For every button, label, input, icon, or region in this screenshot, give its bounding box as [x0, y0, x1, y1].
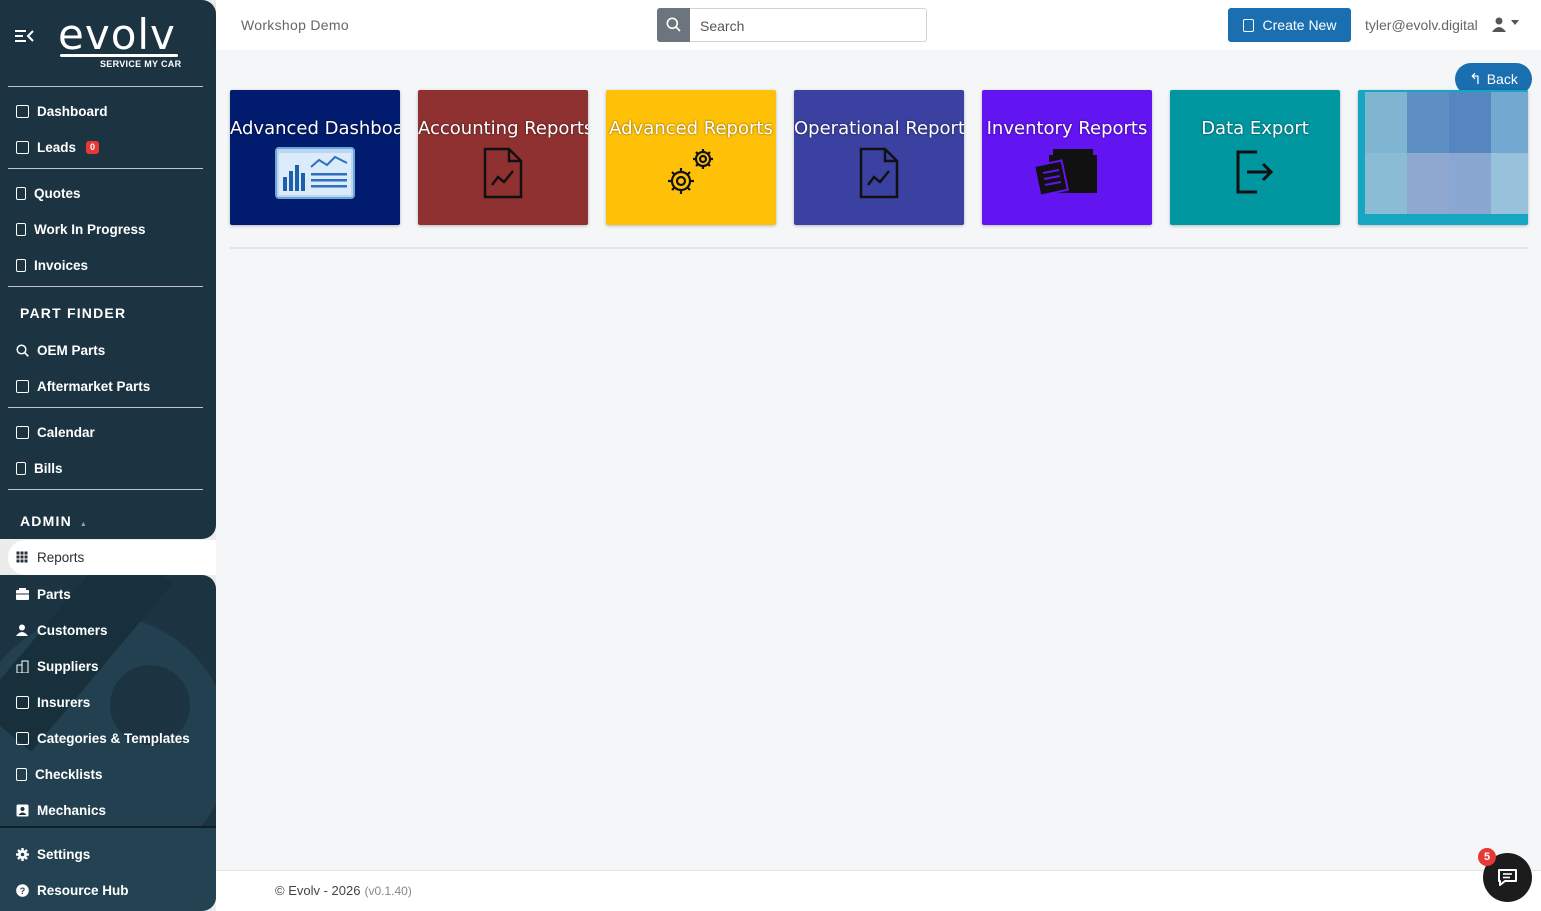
search-button[interactable]: [657, 8, 690, 42]
report-file-icon: [483, 147, 523, 199]
user-icon: [16, 624, 29, 637]
sidebar-item-mechanics[interactable]: Mechanics: [0, 794, 216, 826]
svg-text:?: ?: [20, 886, 26, 896]
sidebar-item-work-in-progress[interactable]: Work In Progress: [0, 213, 216, 245]
aftermarket-icon: [16, 379, 29, 393]
checklist-icon: [16, 767, 27, 781]
logo-tagline: SERVICE MY CAR: [100, 59, 182, 69]
sidebar-item-checklists[interactable]: Checklists: [0, 758, 216, 790]
sidebar-item-invoices[interactable]: Invoices: [0, 249, 216, 281]
caret-up-icon: ▲: [79, 521, 89, 528]
sidebar-item-calendar[interactable]: Calendar: [0, 416, 216, 448]
collapse-menu-icon[interactable]: [15, 28, 35, 46]
invoice-file-icon: [16, 258, 26, 272]
sidebar-item-categories-templates[interactable]: Categories & Templates: [0, 722, 216, 754]
page-footer: © Evolv - 2026 (v0.1.40): [216, 870, 1541, 911]
sidebar-item-insurers[interactable]: Insurers: [0, 686, 216, 718]
create-new-button[interactable]: Create New: [1228, 8, 1351, 42]
sidebar-item-customers[interactable]: Customers: [0, 614, 216, 646]
sidebar-item-reports[interactable]: Reports: [8, 540, 216, 575]
leads-count-badge: 0: [86, 140, 100, 154]
search-icon: [666, 17, 681, 32]
gear-icon: [16, 847, 29, 861]
sidebar-item-leads[interactable]: Leads 0: [0, 131, 216, 163]
user-email[interactable]: tyler@evolv.digital: [1365, 17, 1478, 33]
sidebar: evolv SERVICE MY CAR Dashboard Leads 0 Q…: [0, 0, 216, 911]
tile-blurred-image[interactable]: [1358, 90, 1528, 225]
sidebar-item-bills[interactable]: Bills: [0, 452, 216, 484]
top-header: Workshop Demo Search Create New tyler@ev…: [216, 0, 1541, 50]
chat-notification-badge: 5: [1478, 848, 1496, 866]
search-input[interactable]: Search: [657, 8, 927, 42]
bill-file-icon: [16, 461, 26, 475]
tile-inventory-reports[interactable]: Inventory Reports: [982, 90, 1152, 225]
sidebar-item-oem-parts[interactable]: OEM Parts: [0, 334, 216, 366]
sidebar-item-settings[interactable]: Settings: [0, 838, 216, 870]
sidebar-divider: [8, 286, 203, 287]
tile-advanced-reports[interactable]: Advanced Reports: [606, 90, 776, 225]
list-icon: [16, 731, 29, 745]
workshop-name: Workshop Demo: [241, 17, 349, 33]
tile-advanced-dashboard[interactable]: Advanced Dashboard: [230, 90, 400, 225]
search-icon: [16, 343, 29, 357]
dashboard-icon: [16, 104, 29, 118]
blurred-image: [1365, 92, 1528, 214]
insurer-building-icon: [16, 695, 29, 709]
quote-file-icon: [16, 186, 26, 200]
sidebar-divider: [8, 86, 203, 87]
copyright-text: © Evolv - 2026 (v0.1.40): [275, 883, 412, 898]
tile-data-export[interactable]: Data Export: [1170, 90, 1340, 225]
gears-icon: [668, 149, 713, 194]
sidebar-item-quotes[interactable]: Quotes: [0, 177, 216, 209]
chat-icon: [1498, 869, 1517, 886]
logo-wordmark: evolv: [58, 10, 176, 59]
user-icon[interactable]: [1492, 17, 1506, 32]
buildings-icon: [16, 660, 29, 673]
back-arrow-icon: ↰: [1469, 71, 1482, 88]
reports-table-icon: [16, 551, 29, 564]
dashboard-chart-icon: [275, 147, 355, 199]
calendar-icon: [16, 425, 29, 439]
export-icon: [1236, 150, 1274, 194]
leads-icon: [16, 140, 29, 154]
sidebar-divider: [8, 168, 203, 169]
sidebar-divider: [8, 489, 203, 490]
sidebar-item-suppliers[interactable]: Suppliers: [0, 650, 216, 682]
sidebar-item-dashboard[interactable]: Dashboard: [0, 95, 216, 127]
wip-file-icon: [16, 222, 26, 236]
admin-heading[interactable]: ADMIN ▲: [20, 513, 88, 529]
mechanic-badge-icon: [16, 804, 29, 817]
clipboard-plus-icon: [1242, 18, 1254, 32]
part-finder-heading: PART FINDER: [20, 305, 127, 321]
evolv-logo[interactable]: evolv SERVICE MY CAR: [58, 14, 188, 74]
main-content: ↰ Back Advanced Dashboard Accounting Rep…: [216, 50, 1541, 870]
parts-box-icon: [16, 587, 29, 601]
content-divider: [230, 247, 1528, 249]
chevron-down-icon[interactable]: [1511, 20, 1519, 25]
sidebar-item-parts[interactable]: Parts: [0, 578, 216, 610]
help-circle-icon: ?: [16, 883, 29, 897]
version-text: (v0.1.40): [364, 884, 412, 898]
sidebar-divider: [8, 407, 203, 408]
tile-operational-reports[interactable]: Operational Reports: [794, 90, 964, 225]
report-file-icon: [859, 147, 899, 199]
inventory-box-icon: [1035, 149, 1097, 197]
sidebar-item-aftermarket-parts[interactable]: Aftermarket Parts: [0, 370, 216, 402]
search-placeholder: Search: [700, 18, 745, 34]
tile-accounting-reports[interactable]: Accounting Reports: [418, 90, 588, 225]
sidebar-item-resource-hub[interactable]: ? Resource Hub: [0, 874, 216, 906]
